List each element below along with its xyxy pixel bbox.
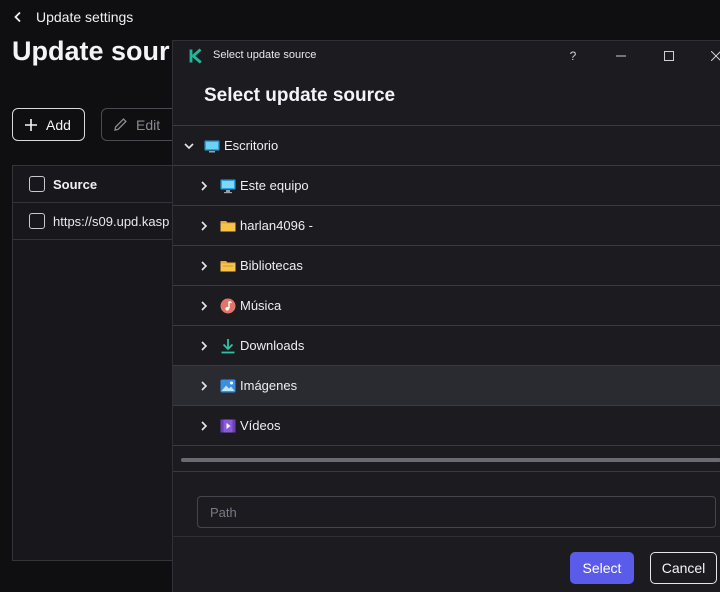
maximize-button[interactable] — [646, 41, 692, 71]
chevron-right-icon[interactable] — [196, 258, 212, 274]
tree-item-label: Bibliotecas — [240, 258, 303, 273]
select-button[interactable]: Select — [570, 552, 634, 584]
desktop-icon — [204, 140, 220, 153]
edit-label: Edit — [136, 116, 161, 133]
tree-item-musica[interactable]: Música — [173, 286, 720, 326]
tree-item-videos[interactable]: Vídeos — [173, 406, 720, 446]
plus-icon — [25, 118, 37, 131]
help-button[interactable]: ? — [550, 41, 596, 71]
chevron-right-icon[interactable] — [196, 338, 212, 354]
minimize-button[interactable] — [598, 41, 644, 71]
videos-icon — [220, 419, 236, 433]
window-title: Select update source — [213, 49, 317, 61]
kaspersky-logo-icon — [189, 48, 202, 64]
page-title: Update sour — [12, 36, 170, 66]
pictures-icon — [220, 379, 236, 393]
chevron-right-icon[interactable] — [196, 218, 212, 234]
add-label: Add — [46, 116, 71, 133]
maximize-icon — [664, 51, 674, 61]
tree-item-label: Imágenes — [240, 378, 298, 393]
column-header-source: Source — [53, 176, 98, 192]
tree-item-escritorio[interactable]: Escritorio — [173, 126, 720, 166]
chevron-left-icon — [14, 11, 21, 23]
tree-item-label: Vídeos — [240, 418, 281, 433]
divider — [173, 536, 720, 537]
sources-table: Source https://s09.upd.kasp — [12, 165, 182, 561]
chevron-right-icon[interactable] — [196, 178, 212, 194]
path-input[interactable] — [197, 496, 716, 528]
horizontal-scrollbar[interactable] — [181, 458, 720, 462]
dialog-heading: Select update source — [204, 85, 396, 106]
close-icon — [711, 51, 720, 61]
libraries-icon — [220, 261, 236, 272]
help-icon: ? — [569, 49, 577, 63]
user-folder-icon — [220, 221, 236, 232]
tree-item-label: harlan4096 - — [240, 218, 313, 233]
minimize-icon — [616, 55, 626, 57]
back-label: Update settings — [36, 9, 134, 25]
tree-item-label: Este equipo — [240, 178, 309, 193]
table-header: Source — [13, 166, 181, 203]
music-icon — [220, 298, 236, 314]
tree-item-bibliotecas[interactable]: Bibliotecas — [173, 246, 720, 286]
tree-item-label: Música — [240, 298, 282, 313]
title-bar: Select update source ? — [173, 41, 720, 71]
divider — [173, 471, 720, 472]
source-url: https://s09.upd.kasp — [53, 213, 170, 229]
row-checkbox[interactable] — [29, 213, 45, 229]
pencil-icon — [114, 118, 127, 131]
tree-item-downloads[interactable]: Downloads — [173, 326, 720, 366]
cancel-button[interactable]: Cancel — [650, 552, 717, 584]
chevron-right-icon[interactable] — [196, 418, 212, 434]
table-row[interactable]: https://s09.upd.kasp — [13, 203, 181, 240]
chevron-right-icon[interactable] — [196, 298, 212, 314]
close-button[interactable] — [693, 41, 720, 71]
tree-item-label: Downloads — [240, 338, 305, 353]
add-button[interactable]: Add — [12, 108, 85, 141]
select-update-source-dialog: Select update source ? Select update sou… — [172, 40, 720, 592]
select-all-checkbox[interactable] — [29, 176, 45, 192]
tree-item-harlan4096[interactable]: harlan4096 - — [173, 206, 720, 246]
tree-item-imagenes[interactable]: Imágenes — [173, 366, 720, 406]
folder-tree: Escritorio Este equipo harlan4096 - Bibl… — [173, 125, 720, 446]
tree-item-este-equipo[interactable]: Este equipo — [173, 166, 720, 206]
back-button[interactable]: Update settings — [12, 6, 133, 28]
download-icon — [221, 339, 235, 354]
tree-item-label: Escritorio — [224, 138, 279, 153]
chevron-right-icon[interactable] — [196, 378, 212, 394]
edit-button[interactable]: Edit — [101, 108, 181, 141]
chevron-down-icon[interactable] — [181, 138, 197, 154]
computer-icon — [220, 179, 236, 194]
